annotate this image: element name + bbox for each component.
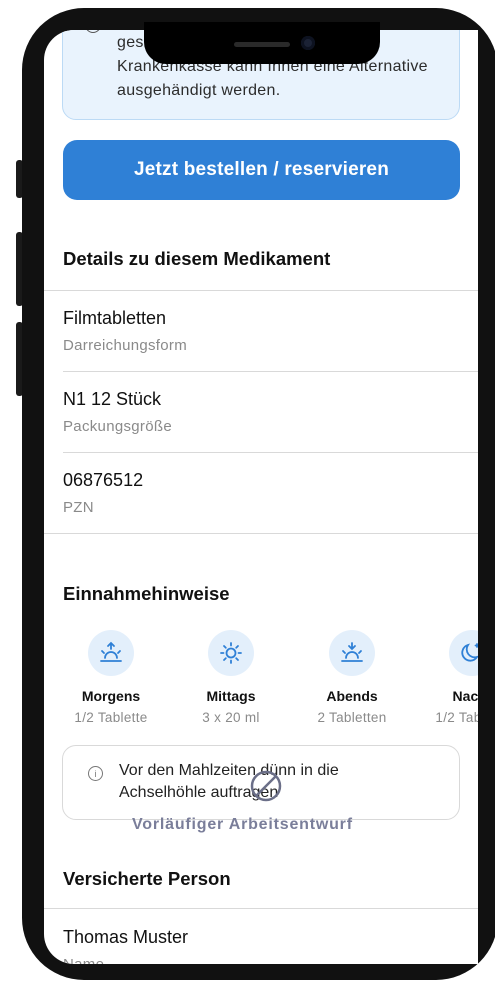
detail-value: Filmtabletten: [63, 308, 167, 328]
detail-value: N1 12 Stück: [63, 389, 162, 409]
info-icon: i: [88, 766, 103, 781]
intake-time-dose: 3 x 20 ml: [202, 710, 260, 725]
app-screen: i ges Krankenkasse kann Ihnen eine Alter…: [44, 30, 478, 964]
intake-time-name: Nacht: [452, 688, 478, 704]
insured-name-row: Thomas Muster Name: [63, 926, 463, 964]
intake-title: Einnahmehinweise: [63, 583, 230, 604]
insured-name-label: Name: [63, 956, 463, 964]
front-camera: [301, 36, 315, 50]
divider: [63, 452, 478, 453]
order-button[interactable]: Jetzt bestellen / reservieren: [63, 140, 460, 200]
detail-label: Darreichungsform: [63, 337, 188, 354]
insured-name: Thomas Muster: [63, 927, 189, 947]
prohibited-icon: [248, 768, 284, 809]
draft-watermark: Vorläufiger Arbeitsentwurf: [132, 816, 353, 833]
intake-time-dose: 1/2 Tablette: [74, 710, 148, 725]
speaker-grille: [234, 42, 290, 47]
moon-icon: [449, 630, 478, 676]
device-notch: [144, 22, 380, 64]
detail-row-package-size: N1 12 Stück Packungsgröße: [63, 388, 463, 435]
intake-time-night: Nacht 1/2 Tablette: [417, 630, 478, 725]
intake-time-dose: 2 Tabletten: [317, 710, 387, 725]
insured-title: Versicherte Person: [63, 868, 231, 889]
detail-label: Packungsgröße: [63, 418, 172, 435]
sunset-icon: [329, 630, 375, 676]
info-icon: i: [85, 30, 101, 33]
intake-time-morning: Morgens 1/2 Tablette: [56, 630, 166, 725]
sunrise-icon: [88, 630, 134, 676]
divider: [44, 290, 478, 291]
intake-time-midday: Mittags 3 x 20 ml: [176, 630, 286, 725]
intake-time-name: Morgens: [81, 688, 141, 704]
notice-main-text: Krankenkasse kann Ihnen eine Alternative…: [117, 58, 428, 99]
detail-row-pzn: 06876512 PZN: [63, 469, 463, 516]
intake-time-name: Abends: [326, 688, 378, 704]
intake-time-dose: 1/2 Tablette: [435, 710, 478, 725]
divider: [63, 371, 478, 372]
notice-partial-text: ges: [117, 34, 144, 51]
detail-value: 06876512: [63, 470, 144, 490]
divider: [44, 908, 478, 909]
detail-row-dosage-form: Filmtabletten Darreichungsform: [63, 307, 463, 354]
detail-label: PZN: [63, 499, 94, 516]
details-title: Details zu diesem Medikament: [63, 248, 331, 269]
intake-time-name: Mittags: [206, 688, 256, 704]
intake-time-evening: Abends 2 Tabletten: [297, 630, 407, 725]
sun-icon: [208, 630, 254, 676]
divider: [44, 533, 478, 534]
